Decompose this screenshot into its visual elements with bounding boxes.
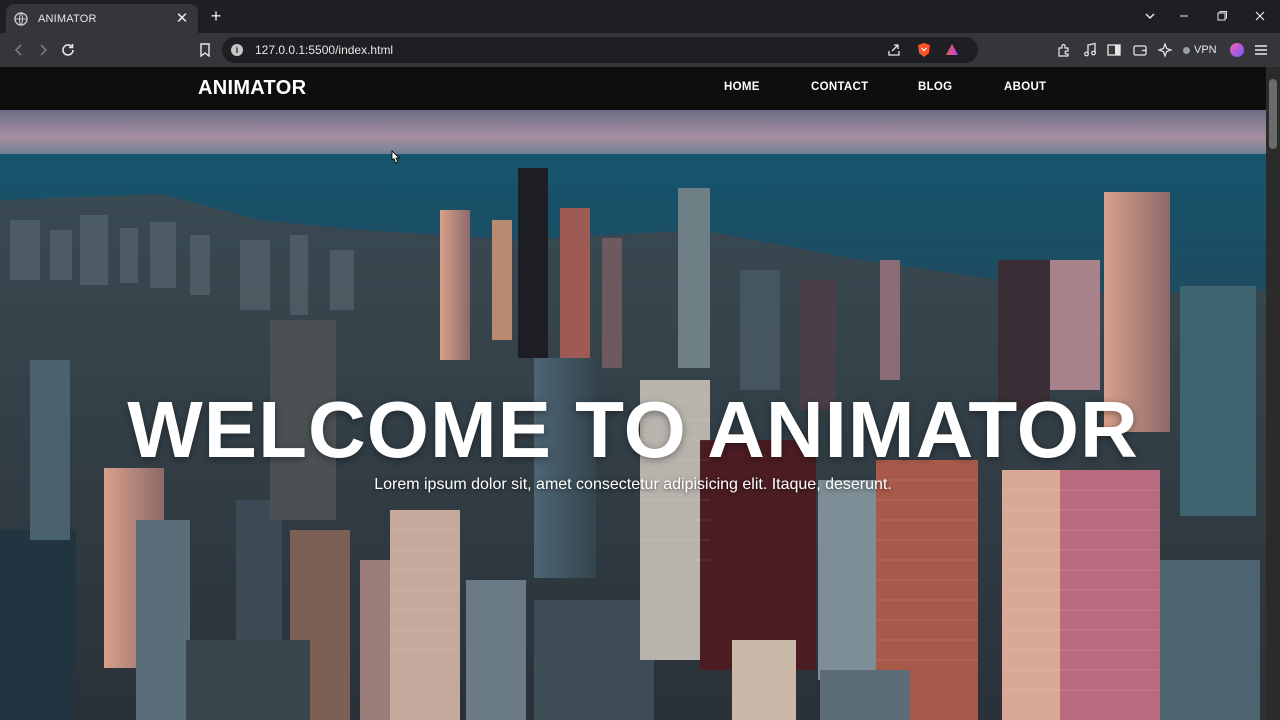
page-viewport: ANIMATOR HOME CONTACT BLOG ABOUT WELCOME… bbox=[0, 67, 1280, 720]
reload-icon[interactable] bbox=[59, 41, 77, 59]
address-bar[interactable]: i 127.0.0.1:5500/index.html bbox=[222, 37, 978, 63]
profile-avatar-icon[interactable] bbox=[1229, 42, 1245, 58]
forward-icon[interactable] bbox=[34, 41, 52, 59]
page-scrollbar[interactable] bbox=[1266, 67, 1280, 720]
bookmark-icon[interactable] bbox=[196, 41, 214, 59]
nav-link-contact[interactable]: CONTACT bbox=[811, 81, 868, 93]
scrollbar-thumb[interactable] bbox=[1269, 79, 1277, 149]
share-icon[interactable] bbox=[886, 42, 902, 58]
tab-title: ANIMATOR bbox=[38, 12, 97, 25]
extensions-icon[interactable] bbox=[1056, 42, 1072, 58]
site-logo[interactable]: ANIMATOR bbox=[198, 77, 306, 100]
close-window-icon[interactable] bbox=[1252, 8, 1268, 24]
brave-rewards-icon[interactable] bbox=[944, 42, 960, 58]
hero-subtitle: Lorem ipsum dolor sit, amet consectetur … bbox=[374, 476, 892, 493]
browser-tab-bar: ANIMATOR ✕ + bbox=[0, 0, 1280, 33]
nav-link-home[interactable]: HOME bbox=[724, 81, 760, 93]
vpn-label: VPN bbox=[1194, 44, 1217, 56]
nav-link-blog[interactable]: BLOG bbox=[918, 81, 952, 93]
minimize-icon[interactable] bbox=[1176, 8, 1192, 24]
brave-shields-icon[interactable] bbox=[916, 42, 932, 58]
wallet-icon[interactable] bbox=[1132, 42, 1148, 58]
site-navbar: ANIMATOR HOME CONTACT BLOG ABOUT bbox=[0, 67, 1266, 110]
tab-close-icon[interactable]: ✕ bbox=[174, 10, 190, 27]
hero-section: WELCOME TO ANIMATOR Lorem ipsum dolor si… bbox=[0, 110, 1266, 720]
sidebar-icon[interactable] bbox=[1106, 42, 1122, 58]
restore-icon[interactable] bbox=[1214, 8, 1230, 24]
nav-link-about[interactable]: ABOUT bbox=[1004, 81, 1046, 93]
main-menu-icon[interactable] bbox=[1253, 42, 1269, 58]
vpn-status-icon bbox=[1183, 46, 1190, 54]
new-tab-icon[interactable]: + bbox=[207, 7, 225, 25]
url-text[interactable]: 127.0.0.1:5500/index.html bbox=[255, 43, 393, 57]
leo-ai-icon[interactable] bbox=[1157, 42, 1173, 58]
music-icon[interactable] bbox=[1082, 42, 1098, 58]
vpn-button[interactable]: VPN bbox=[1183, 42, 1217, 58]
hero-title: WELCOME TO ANIMATOR bbox=[127, 385, 1139, 474]
mouse-cursor-icon bbox=[391, 150, 400, 164]
globe-icon bbox=[14, 11, 28, 26]
tab-search-chevron-icon[interactable] bbox=[1142, 8, 1158, 24]
site-info-icon[interactable]: i bbox=[231, 44, 243, 56]
back-icon[interactable] bbox=[10, 41, 28, 59]
browser-toolbar: i 127.0.0.1:5500/index.html VPN bbox=[0, 33, 1280, 67]
browser-tab[interactable]: ANIMATOR ✕ bbox=[6, 4, 198, 33]
